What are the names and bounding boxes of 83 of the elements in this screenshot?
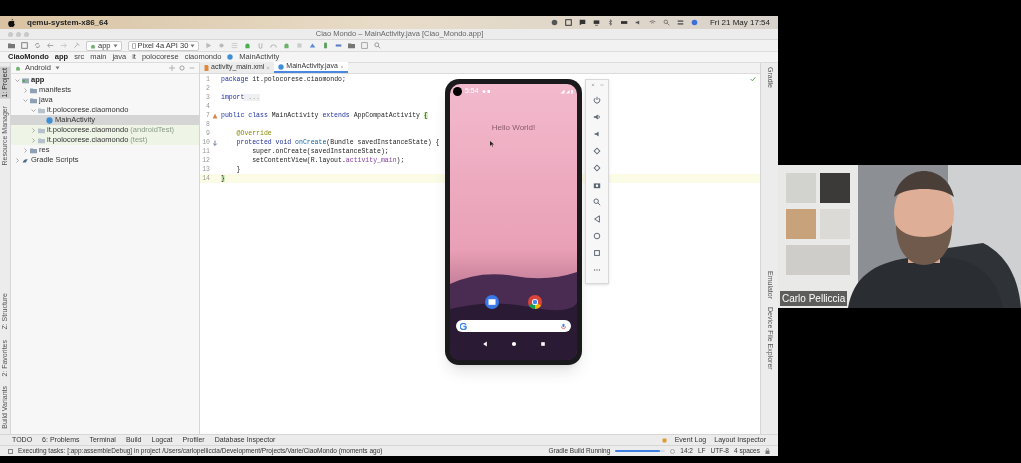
notification-icons xyxy=(481,89,492,94)
app-menu-name[interactable]: qemu-system-x86_64 xyxy=(27,16,108,29)
file-icon xyxy=(204,64,209,71)
run-icon[interactable] xyxy=(205,42,213,49)
hello-world-text: Hello World! xyxy=(490,122,537,134)
debug-icon[interactable] xyxy=(218,42,226,49)
folder-icon xyxy=(30,146,37,154)
status-toggle-icon[interactable] xyxy=(8,448,13,454)
locate-icon[interactable] xyxy=(169,65,175,71)
settings-icon[interactable] xyxy=(179,65,185,71)
back-icon[interactable] xyxy=(481,341,488,347)
event-log-icon[interactable] xyxy=(661,437,667,443)
volume-down-icon[interactable] xyxy=(593,130,601,138)
chevron-down-icon[interactable] xyxy=(23,97,28,103)
android-icon[interactable] xyxy=(283,42,291,49)
lock-icon[interactable] xyxy=(765,448,770,454)
browser-app-icon[interactable] xyxy=(528,295,542,309)
class-icon xyxy=(46,116,53,124)
class-icon xyxy=(278,63,285,70)
close-icon[interactable] xyxy=(266,65,271,70)
forward-arrow-icon[interactable] xyxy=(60,42,67,49)
chevron-down-icon[interactable] xyxy=(15,77,20,83)
stop-icon[interactable] xyxy=(296,42,304,49)
chevron-right-icon[interactable] xyxy=(31,137,36,143)
check-mark-icon xyxy=(750,76,756,82)
messages-app-icon[interactable] xyxy=(485,295,499,309)
close-icon[interactable] xyxy=(339,64,344,69)
window-icon[interactable] xyxy=(564,19,572,26)
chevron-right-icon[interactable] xyxy=(23,147,28,153)
folder-icon[interactable] xyxy=(348,42,356,49)
caret-icon xyxy=(112,43,118,48)
run-gutter-icon[interactable] xyxy=(211,112,218,119)
bluetooth-icon[interactable] xyxy=(606,19,614,26)
sync-icon[interactable] xyxy=(34,42,41,49)
close-window-button[interactable] xyxy=(8,31,13,37)
android-icon[interactable] xyxy=(244,42,252,49)
back-arrow-icon[interactable] xyxy=(47,42,54,49)
chevron-right-icon[interactable] xyxy=(31,127,36,133)
chevron-right-icon[interactable] xyxy=(15,157,20,163)
save-icon[interactable] xyxy=(21,42,28,49)
hammer-icon[interactable] xyxy=(73,42,80,49)
g-logo-icon xyxy=(460,322,467,330)
signal-battery-icon xyxy=(560,89,574,94)
wifi-icon[interactable] xyxy=(648,19,656,26)
volume-up-icon[interactable] xyxy=(593,113,601,121)
overview-icon[interactable] xyxy=(539,341,546,347)
caret-icon xyxy=(190,43,196,48)
search-icon[interactable] xyxy=(662,19,670,26)
chat-icon[interactable] xyxy=(578,19,586,26)
chevron-right-icon[interactable] xyxy=(23,87,28,93)
search-icon[interactable] xyxy=(374,42,382,49)
chevron-down-icon[interactable] xyxy=(31,107,36,113)
pointer-icon xyxy=(490,141,494,147)
display-icon[interactable] xyxy=(592,19,600,26)
microphone-icon xyxy=(560,322,567,330)
zoom-window-button[interactable] xyxy=(24,31,29,37)
power-icon[interactable] xyxy=(593,96,601,104)
android-view-icon xyxy=(15,65,21,71)
menubar-clock[interactable]: Fri 21 May 17:54 xyxy=(709,16,770,29)
override-gutter-icon[interactable] xyxy=(211,139,218,146)
caret-icon[interactable] xyxy=(54,66,60,70)
home-icon[interactable] xyxy=(510,341,517,347)
camera-icon[interactable] xyxy=(593,181,601,189)
class-icon xyxy=(227,54,234,60)
control-center-icon[interactable] xyxy=(676,19,684,26)
phone-icon xyxy=(131,42,136,49)
status-icon[interactable] xyxy=(550,19,558,26)
minimize-window-button[interactable] xyxy=(16,31,21,37)
folder-icon[interactable] xyxy=(8,42,15,49)
module-icon xyxy=(22,76,29,84)
android-icon xyxy=(90,42,96,49)
zoom-icon[interactable] xyxy=(593,198,601,206)
apple-logo-icon[interactable] xyxy=(8,18,15,27)
package-icon xyxy=(38,106,45,114)
participant-name: Carlo Pelliccia xyxy=(780,291,848,306)
gradle-icon xyxy=(22,156,29,164)
layout-icon[interactable] xyxy=(361,42,369,49)
volume-icon[interactable] xyxy=(634,19,642,26)
list-icon[interactable] xyxy=(231,42,239,49)
siri-icon[interactable] xyxy=(690,19,698,26)
search-bar[interactable] xyxy=(456,320,571,332)
more-icon[interactable] xyxy=(593,266,601,274)
camera-hole xyxy=(453,87,462,96)
